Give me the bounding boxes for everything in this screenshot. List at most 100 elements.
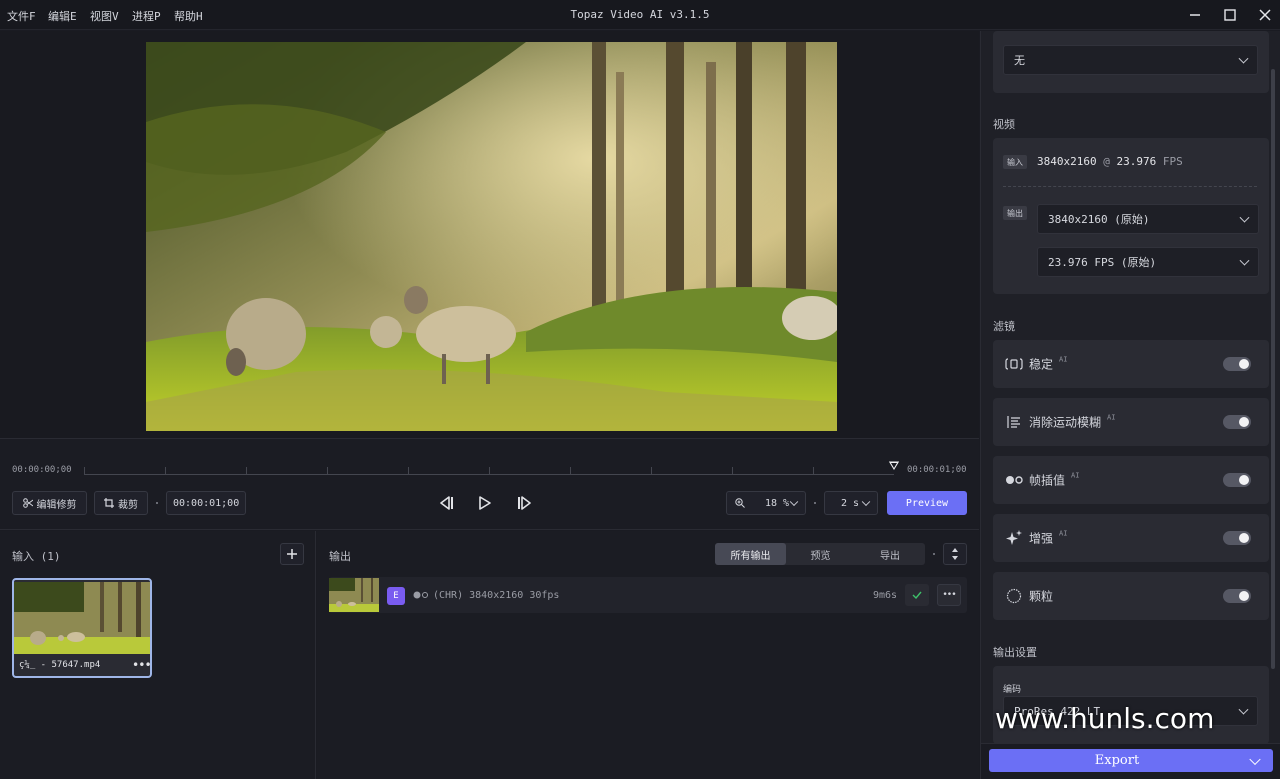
tab-all-outputs[interactable]: 所有输出 — [715, 543, 786, 565]
menu-edit[interactable]: 编辑E — [48, 8, 77, 24]
separator-dot — [814, 502, 816, 504]
plus-icon — [287, 549, 297, 559]
chevron-down-icon — [789, 497, 799, 507]
top-select-value: 无 — [1014, 54, 1025, 67]
frame-interpolation-icon — [1006, 476, 1023, 484]
timeline-tick — [246, 467, 247, 475]
video-preview-frame[interactable] — [146, 42, 837, 431]
sort-button[interactable] — [943, 543, 967, 565]
chevron-down-icon — [1238, 53, 1249, 64]
output-tabs: 所有输出 预览 导出 — [715, 543, 925, 565]
minimize-button[interactable] — [1184, 5, 1206, 25]
filter-frame-interpolation[interactable]: 帧插值 AI — [993, 456, 1269, 504]
ai-tag: AI — [1071, 471, 1080, 480]
codec-label: 编码 — [1003, 685, 1022, 695]
output-more-icon[interactable]: ••• — [937, 584, 961, 606]
frame-interpolation-toggle[interactable] — [1223, 473, 1251, 487]
crop-button[interactable]: 裁剪 — [94, 491, 148, 515]
timeline-start-time: 00:00:00;00 — [12, 465, 72, 475]
chevron-down-icon[interactable] — [1249, 753, 1261, 765]
output-resolution-value: 3840x2160 (原始) — [1048, 213, 1150, 226]
next-frame-icon[interactable] — [517, 496, 533, 510]
menu-help[interactable]: 帮助H — [174, 8, 203, 24]
stabilize-toggle[interactable] — [1223, 357, 1251, 371]
output-resolution-select[interactable]: 3840x2160 (原始) — [1037, 204, 1259, 234]
separator-dot — [933, 553, 935, 555]
ai-tag: AI — [1059, 355, 1068, 364]
top-settings-card: 无 — [993, 31, 1269, 93]
maximize-button[interactable] — [1219, 5, 1241, 25]
add-input-button[interactable] — [280, 543, 304, 565]
settings-panel: 无 视频 输入 3840x2160 @ 23.976 FPS 输出 3840x2… — [980, 31, 1280, 779]
output-fps-select[interactable]: 23.976 FPS (原始) — [1037, 247, 1259, 277]
input-at: @ — [1103, 155, 1110, 168]
grain-toggle[interactable] — [1223, 589, 1251, 603]
forest-sheep-image — [146, 42, 837, 431]
filter-motion-deblur[interactable]: 消除运动模糊 AI — [993, 398, 1269, 446]
output-settings-card: 编码 ProRes 422 LT — [993, 666, 1269, 744]
timeline-tick — [732, 467, 733, 475]
preview-length-value: 2 s — [841, 497, 860, 509]
output-thumbnail — [329, 578, 379, 612]
timeline-tick — [408, 467, 409, 475]
frame-interpolation-icon — [413, 591, 428, 599]
timeline-tick — [84, 467, 85, 475]
timeline-tick — [813, 467, 814, 475]
edit-trim-label: 编辑修剪 — [36, 499, 77, 511]
previous-frame-icon[interactable] — [438, 496, 454, 510]
separator-dot — [156, 502, 158, 504]
menu-view[interactable]: 视图V — [90, 8, 119, 24]
output-settings-label: 输出设置 — [993, 646, 1037, 659]
filter-enhance[interactable]: 增强 AI — [993, 514, 1269, 562]
timeline-panel — [0, 438, 979, 530]
ai-tag: AI — [1059, 529, 1068, 538]
tab-export[interactable]: 导出 — [855, 543, 925, 565]
duration-field[interactable]: 00:00:01;00 — [166, 491, 246, 515]
filter-grain-label: 颗粒 — [1029, 589, 1054, 604]
minimize-icon — [1190, 14, 1200, 16]
playhead-marker-icon[interactable] — [887, 459, 901, 473]
input-resolution: 3840x2160 — [1037, 155, 1097, 168]
tab-preview[interactable]: 预览 — [786, 543, 855, 565]
filter-stabilize[interactable]: 稳定 AI — [993, 340, 1269, 388]
chevron-down-icon — [1238, 704, 1249, 715]
zoom-select[interactable]: 18 % — [726, 491, 806, 515]
input-panel-title: 输入 (1) — [12, 550, 61, 563]
motion-deblur-icon — [1007, 416, 1020, 428]
output-row[interactable]: E (CHR) 3840x2160 30fps 9m6s ••• — [329, 577, 967, 613]
output-description: (CHR) 3840x2160 30fps — [433, 590, 560, 601]
output-status-check[interactable] — [905, 584, 929, 606]
video-section-label: 视频 — [993, 118, 1015, 131]
input-fps: 23.976 — [1116, 155, 1157, 168]
clip-more-icon[interactable]: ••• — [132, 658, 150, 672]
play-icon[interactable] — [478, 495, 492, 511]
codec-select[interactable]: ProRes 422 LT — [1003, 696, 1258, 726]
sort-icon — [952, 548, 958, 560]
input-clip-card[interactable]: ç¼_ - 57647.mp4 ••• — [12, 578, 152, 678]
timeline-tick — [651, 467, 652, 475]
input-tag: 输入 — [1003, 155, 1027, 169]
maximize-icon — [1224, 9, 1236, 21]
preview-button[interactable]: Preview — [887, 491, 967, 515]
menu-process[interactable]: 进程P — [132, 8, 161, 24]
chevron-down-icon — [1239, 212, 1250, 223]
export-button[interactable]: Export — [989, 749, 1273, 772]
output-panel: 输出 所有输出 预览 导出 E (CHR) 3840x2160 30fps 9m… — [317, 531, 979, 779]
video-settings-card: 输入 3840x2160 @ 23.976 FPS 输出 3840x2160 (… — [993, 138, 1269, 294]
timeline-tick — [489, 467, 490, 475]
menu-file[interactable]: 文件F — [7, 8, 36, 24]
scissors-icon — [22, 498, 33, 508]
output-panel-title: 输出 — [329, 550, 351, 563]
top-select[interactable]: 无 — [1003, 45, 1258, 75]
edit-trim-button[interactable]: 编辑修剪 — [12, 491, 87, 515]
filter-grain[interactable]: 颗粒 — [993, 572, 1269, 620]
settings-scrollbar[interactable] — [1271, 69, 1275, 669]
zoom-in-icon — [735, 498, 745, 508]
close-button[interactable] — [1254, 5, 1276, 25]
timeline-tick — [327, 467, 328, 475]
preview-length-select[interactable]: 2 s — [824, 491, 878, 515]
crop-label: 裁剪 — [118, 499, 138, 511]
enhance-toggle[interactable] — [1223, 531, 1251, 545]
motion-deblur-toggle[interactable] — [1223, 415, 1251, 429]
timeline-end-time: 00:00:01;00 — [907, 465, 967, 475]
